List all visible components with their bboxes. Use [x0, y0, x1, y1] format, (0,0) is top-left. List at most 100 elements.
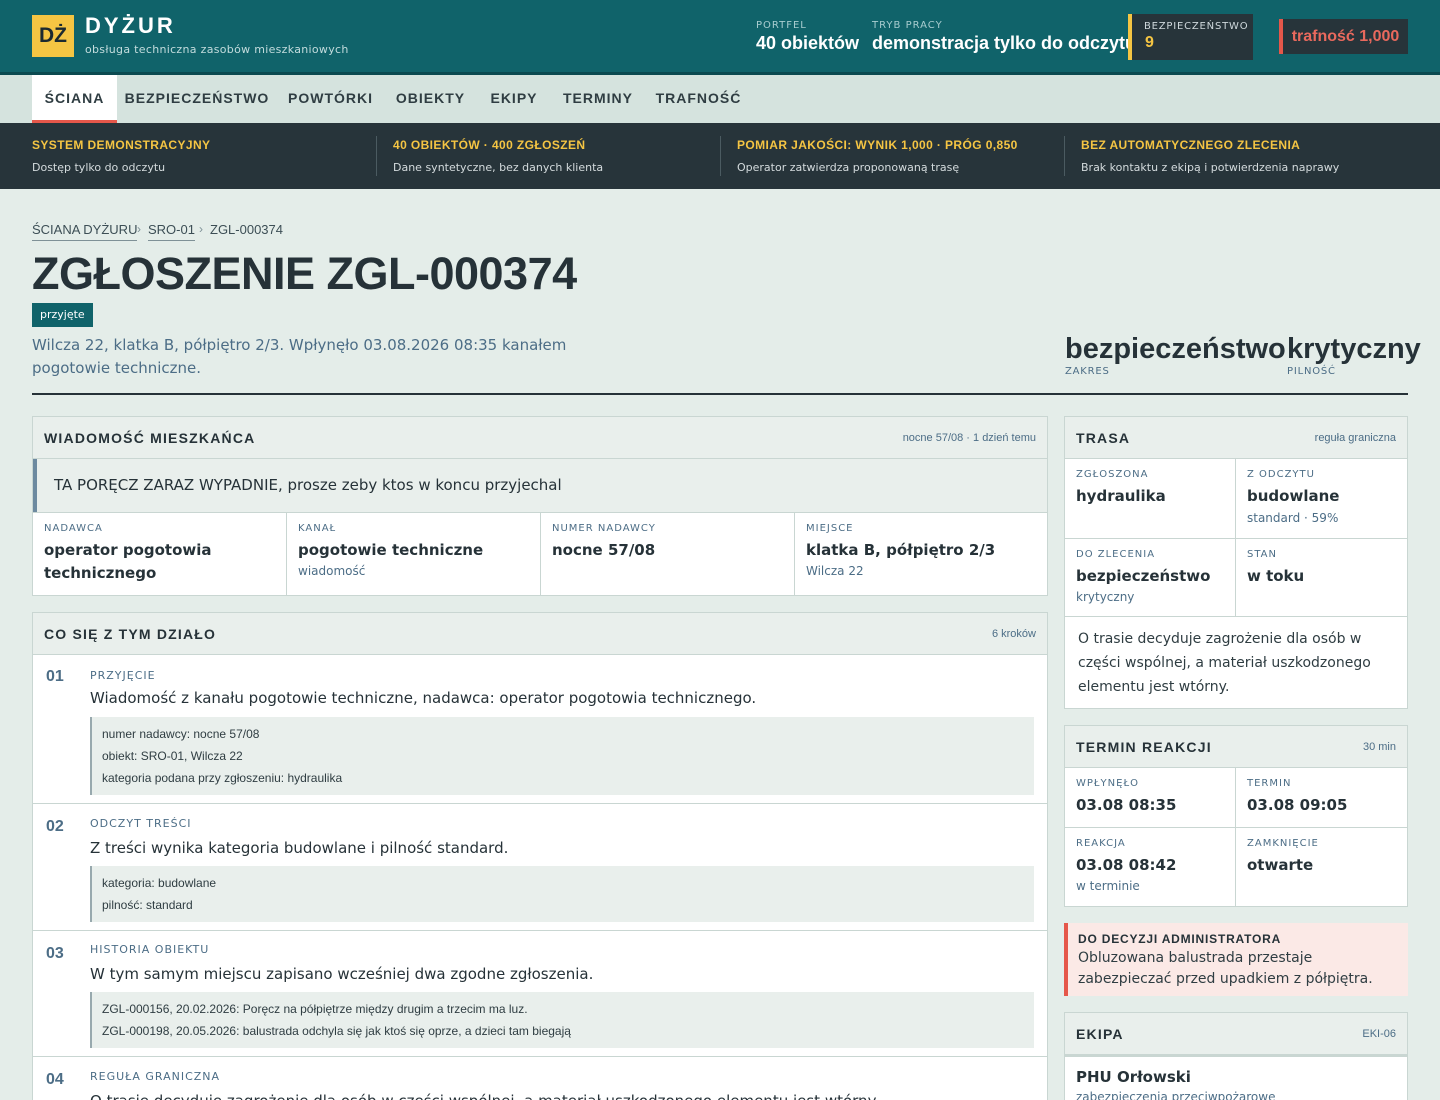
alert-title: DO DECYZJI ADMINISTRATORA	[1078, 932, 1282, 946]
accuracy-badge[interactable]: trafność 1,000	[1279, 19, 1408, 54]
status-badge: przyjęte	[32, 303, 93, 327]
route-panel: TRASA reguła graniczna ZGŁOSZONA hydraul…	[1064, 416, 1408, 709]
panel-header: TRASA reguła graniczna	[1065, 417, 1407, 459]
step-number: 04	[46, 1071, 64, 1088]
step-number: 01	[46, 668, 64, 685]
page-title: ZGŁOSZENIE ZGL-000374	[32, 248, 577, 299]
panel-meta: 30 min	[1362, 741, 1396, 753]
priority-value: krytyczny	[1287, 333, 1421, 365]
info-divider	[720, 136, 721, 176]
safety-counter[interactable]: BEZPIECZEŃSTWO 9	[1128, 14, 1253, 60]
crew-panel: EKIPA EKI-06 PHU Orłowski zabezpieczenia…	[1064, 1012, 1408, 1100]
tab-sciana[interactable]: ŚCIANA	[32, 75, 117, 123]
field-label: KANAŁ	[298, 523, 337, 534]
field-value: budowlane	[1247, 487, 1340, 505]
panel-title: TRASA	[1076, 430, 1131, 446]
step-description: O trasie decyduje zagrożenie dla osób w …	[90, 1092, 879, 1100]
field-value: otwarte	[1247, 856, 1314, 874]
breadcrumb-object[interactable]: SRO-01	[148, 222, 195, 241]
panel-header: CO SIĘ Z TYM DZIAŁO 6 kroków	[33, 613, 1047, 655]
resident-message: TA PORĘCZ ZARAZ WYPADNIE, prosze zeby kt…	[33, 459, 1047, 512]
step-description: Wiadomość z kanału pogotowie techniczne,…	[90, 689, 757, 707]
field-sub: krytyczny	[1076, 590, 1135, 604]
portfolio-label: PORTFEL	[756, 20, 807, 31]
field-label: STAN	[1247, 549, 1278, 560]
step-detail: ZGL-000198, 20.05.2026: balustrada odchy…	[102, 1024, 571, 1038]
panel-title: TERMIN REAKCJI	[1076, 739, 1212, 755]
field-sub: standard · 59%	[1247, 511, 1339, 525]
panel-meta: EKI-06	[1362, 1028, 1396, 1040]
step-detail: ZGL-000156, 20.02.2026: Poręcz na półpię…	[102, 1002, 528, 1016]
field-value: operator pogotowia technicznego	[44, 541, 212, 582]
field-label: ZAMKNIĘCIE	[1247, 838, 1319, 849]
field-label: MIEJSCE	[806, 523, 854, 534]
title-divider	[32, 393, 1408, 395]
step-details: ZGL-000156, 20.02.2026: Poręcz na półpię…	[90, 992, 1034, 1048]
field-label: TERMIN	[1247, 778, 1292, 789]
info-sub: Operator zatwierdza proponowaną trasę	[737, 161, 960, 174]
response-deadline-panel: TERMIN REAKCJI 30 min WPŁYNĘŁO 03.08 08:…	[1064, 725, 1408, 907]
info-title: 40 OBIEKTÓW · 400 ZGŁOSZEŃ	[393, 138, 586, 152]
panel-header: EKIPA EKI-06	[1065, 1013, 1407, 1055]
app-tagline: obsługa techniczna zasobów mieszkaniowyc…	[85, 43, 349, 56]
tab-bezpieczenstwo[interactable]: BEZPIECZEŃSTWO	[117, 75, 277, 123]
field-sub: Wilcza 22	[806, 564, 864, 578]
history-step: 04 REGUŁA GRANICZNA O trasie decyduje za…	[33, 1056, 1047, 1100]
ticket-history-panel: CO SIĘ Z TYM DZIAŁO 6 kroków 01 PRZYJĘCI…	[32, 612, 1048, 1100]
field-label: REAKCJA	[1076, 838, 1126, 849]
deadline-closure: ZAMKNIĘCIE otwarte	[1236, 827, 1407, 906]
field-location: MIEJSCE klatka B, półpiętro 2/3 Wilcza 2…	[795, 512, 1047, 596]
history-step: 03 HISTORIA OBIEKTU W tym samym miejscu …	[33, 930, 1047, 1056]
panel-meta: reguła graniczna	[1314, 432, 1396, 444]
field-sub: w terminie	[1076, 879, 1140, 893]
field-value: 03.08 08:42	[1076, 856, 1177, 874]
mode-label: TRYB PRACY	[872, 20, 943, 31]
tab-ekipy[interactable]: EKIPY	[477, 75, 551, 123]
app-name: DYŻUR	[85, 13, 176, 38]
field-value: hydraulika	[1076, 487, 1166, 505]
panel-title: EKIPA	[1076, 1026, 1124, 1042]
safety-label: BEZPIECZEŃSTWO	[1144, 21, 1249, 32]
field-label: WPŁYNĘŁO	[1076, 778, 1139, 789]
app-logo[interactable]: DŻ	[32, 15, 74, 57]
top-header: DŻ DYŻUR obsługa techniczna zasobów mies…	[0, 0, 1440, 75]
safety-count: 9	[1145, 34, 1154, 51]
alert-text: Obluzowana balustrada przestaje zabezpie…	[1078, 950, 1373, 987]
tab-obiekty[interactable]: OBIEKTY	[384, 75, 477, 123]
field-value: bezpieczeństwo	[1076, 567, 1211, 585]
field-label: ZGŁOSZONA	[1076, 469, 1149, 480]
field-sender-number: NUMER NADAWCY nocne 57/08	[541, 512, 795, 596]
step-detail: kategoria: budowlane	[102, 876, 217, 890]
step-description: Z treści wynika kategoria budowlane i pi…	[90, 839, 509, 857]
route-divider	[1065, 616, 1407, 617]
info-sub: Dane syntetyczne, bez danych klienta	[393, 161, 604, 174]
breadcrumb-wall[interactable]: ŚCIANA DYŻURU	[32, 222, 138, 241]
admin-decision-alert: DO DECYZJI ADMINISTRATORA Obluzowana bal…	[1064, 923, 1408, 996]
step-label: REGUŁA GRANICZNA	[90, 1070, 221, 1083]
route-state: STAN w toku	[1236, 538, 1407, 616]
crew-card[interactable]: PHU Orłowski zabezpieczenia przeciwpożar…	[1065, 1055, 1407, 1100]
field-label: NUMER NADAWCY	[552, 523, 656, 534]
step-detail: obiekt: SRO-01, Wilcza 22	[102, 749, 243, 763]
field-value: 03.08 08:35	[1076, 796, 1177, 814]
tab-trafnosc[interactable]: TRAFNOŚĆ	[645, 75, 752, 123]
step-label: HISTORIA OBIEKTU	[90, 943, 210, 956]
tab-terminy[interactable]: TERMINY	[551, 75, 645, 123]
tab-powtorki[interactable]: POWTÓRKI	[277, 75, 384, 123]
resident-message-panel: WIADOMOŚĆ MIESZKAŃCA nocne 57/08 · 1 dzi…	[32, 416, 1048, 596]
mode-value: demonstracja tylko do odczytu	[872, 33, 1137, 53]
history-step: 02 ODCZYT TREŚCI Z treści wynika kategor…	[33, 803, 1047, 930]
history-step: 01 PRZYJĘCIE Wiadomość z kanału pogotowi…	[33, 655, 1047, 803]
route-rationale: O trasie decyduje zagrożenie dla osób w …	[1078, 631, 1371, 695]
deadline-due: TERMIN 03.08 09:05	[1236, 768, 1407, 827]
step-number: 02	[46, 818, 64, 835]
panel-header: TERMIN REAKCJI 30 min	[1065, 726, 1407, 768]
field-value: pogotowie techniczne	[298, 541, 484, 559]
field-label: NADAWCA	[44, 523, 103, 534]
portfolio-value: 40 obiektów	[756, 33, 860, 53]
info-title: SYSTEM DEMONSTRACYJNY	[32, 138, 211, 152]
step-label: PRZYJĘCIE	[90, 669, 156, 682]
step-detail: numer nadawcy: nocne 57/08	[102, 727, 260, 741]
breadcrumb-separator-icon: ›	[137, 222, 141, 236]
field-sub: wiadomość	[298, 564, 366, 578]
